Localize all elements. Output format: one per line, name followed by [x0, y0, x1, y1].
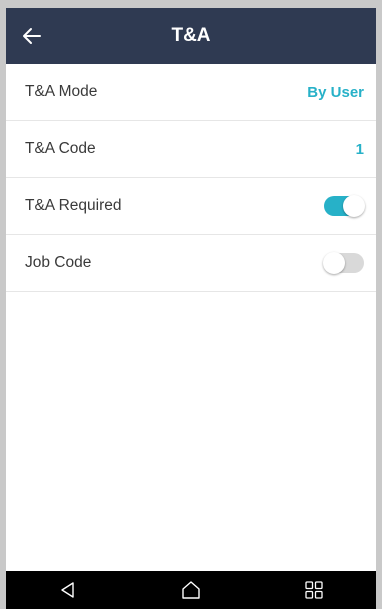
- nav-back-button[interactable]: [44, 571, 92, 609]
- setting-label: T&A Required: [25, 197, 122, 214]
- setting-row-ta-code[interactable]: T&A Code 1: [6, 121, 376, 178]
- setting-row-ta-required: T&A Required: [6, 178, 376, 235]
- job-code-toggle[interactable]: [323, 252, 364, 274]
- arrow-left-icon: [23, 28, 41, 44]
- setting-label: T&A Code: [25, 140, 96, 157]
- triangle-back-icon: [60, 582, 74, 598]
- app-bar: T&A: [6, 8, 376, 64]
- system-nav-bar: [6, 571, 376, 609]
- nav-home-button[interactable]: [167, 571, 215, 609]
- device-screen: T&A T&A Mode By User T&A Code 1 T&A Requ…: [0, 0, 382, 609]
- setting-label: Job Code: [25, 254, 92, 271]
- recents-grid-icon: [305, 581, 323, 599]
- toggle-knob: [323, 252, 345, 274]
- settings-list: T&A Mode By User T&A Code 1 T&A Required…: [6, 64, 376, 292]
- setting-value: By User: [307, 83, 364, 101]
- toggle-knob: [343, 195, 365, 217]
- nav-recents-button[interactable]: [290, 571, 338, 609]
- back-button[interactable]: [16, 20, 48, 52]
- home-icon: [182, 581, 200, 599]
- ta-required-toggle[interactable]: [324, 195, 365, 217]
- page-title: T&A: [171, 25, 211, 46]
- setting-label: T&A Mode: [25, 83, 98, 100]
- setting-value: 1: [355, 140, 364, 158]
- setting-row-ta-mode[interactable]: T&A Mode By User: [6, 64, 376, 121]
- setting-row-job-code: Job Code: [6, 235, 376, 292]
